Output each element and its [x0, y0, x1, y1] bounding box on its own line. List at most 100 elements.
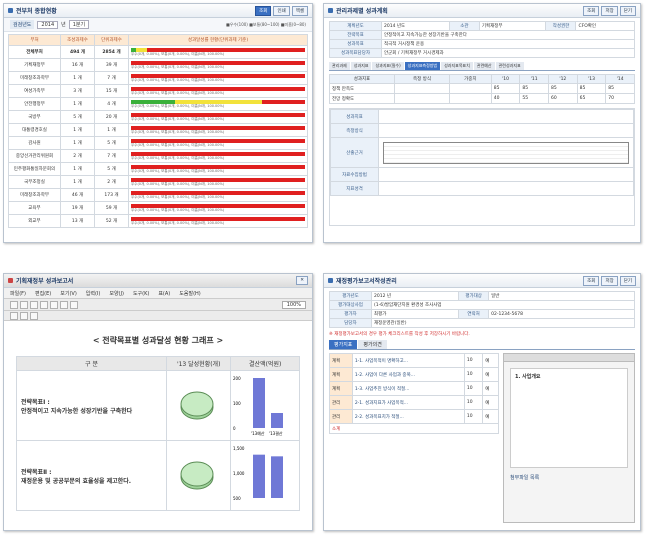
- menu-item[interactable]: 도움말(H): [179, 290, 200, 297]
- subtotal-row: 소계: [329, 423, 499, 434]
- goal2-bar-chart: 1,500 1,000 500: [233, 446, 284, 501]
- indicator-detail-table: 성과지표 측정방식 산출근거 자료수집방법 지표성격: [330, 109, 634, 196]
- italic-icon[interactable]: [20, 311, 28, 320]
- ministry-row[interactable]: 외교부 13 개 52 개 우수(0개, 0.00%), 보통(0개, 0.00%),…: [8, 214, 308, 228]
- status-bar-bad: [131, 151, 305, 156]
- indicator-row[interactable]: 정책 만족도 85 85 85 85 85: [329, 83, 635, 94]
- detail-collect-value[interactable]: [378, 167, 634, 182]
- ministry-row[interactable]: 민주평화통일자문회의 1 개5 개 우수(0개, 0.00%), 보통(0개, 0.…: [8, 162, 308, 176]
- save-button[interactable]: 저장: [601, 275, 618, 286]
- checklist-row[interactable]: 계획 1-2. 사업이 다른 사업과 중복... 10 예: [329, 367, 499, 382]
- ministry-row[interactable]: 중앙선거관리위원회 2 개7 개 우수(0개, 0.00%), 보통(0개, 0.0…: [8, 149, 308, 163]
- detail-label-indicator: 성과지표: [330, 109, 379, 124]
- bar: [253, 454, 266, 498]
- close-button[interactable]: 닫기: [619, 5, 636, 16]
- save-button[interactable]: 저장: [601, 5, 618, 16]
- eval-title: 재정평가보고서작성관리: [336, 278, 397, 285]
- checklist-points: 10: [463, 395, 484, 410]
- checklist-yes[interactable]: 예: [482, 353, 499, 368]
- new-doc-icon[interactable]: [10, 300, 18, 309]
- owner-label: 소관: [448, 21, 480, 31]
- ministry-row[interactable]: 교육부 19 개 59 개 우수(0개, 0.00%), 보통(0개, 0.00%),…: [8, 201, 308, 215]
- print-icon[interactable]: [40, 300, 48, 309]
- print-button[interactable]: 인쇄: [273, 5, 290, 16]
- ministry-row[interactable]: 여성가족부 3 개 15 개 우수(0개, 0.00%), 보통(0개, 0.00%)…: [8, 84, 308, 98]
- checklist-row[interactable]: 계획 1-1. 사업목적이 명확하고... 10 예: [329, 353, 499, 368]
- status-bar: [131, 138, 305, 143]
- tab-1[interactable]: 성과지표: [350, 62, 372, 70]
- goal2-text: 재정운용 및 공공부문의 효율성을 제고한다.: [21, 477, 131, 485]
- bold-icon[interactable]: [10, 311, 18, 320]
- ministry-row[interactable]: 전체부처 494 개 2854 개 우수(0개, 0.00%), 보통(0개, 0.0…: [8, 45, 308, 59]
- status-bar-normal: [136, 47, 147, 52]
- status-bar: [131, 151, 305, 156]
- ministry-name: 중앙선거관리위원회: [8, 149, 61, 163]
- detail-basis-value[interactable]: [378, 137, 634, 168]
- ministry-row[interactable]: 감사원 1 개5 개 우수(0개, 0.00%), 보통(0개, 0.00%), 미…: [8, 136, 308, 150]
- status-bar: [131, 73, 305, 78]
- menu-item[interactable]: 입력(I): [86, 290, 101, 297]
- search-button[interactable]: 조회: [583, 5, 600, 16]
- indicator-weight: [449, 93, 492, 104]
- th-y10: '10: [490, 74, 521, 84]
- ministry-name: 감사원: [8, 136, 61, 150]
- ministry-row[interactable]: 안전행정부 1 개4 개 우수(0개, 0.00%), 보통(0개, 0.00%),…: [8, 97, 308, 111]
- status-bar-cell: 우수(0개, 0.00%), 보통(0개, 0.00%), 미흡(N개, 100…: [128, 201, 308, 215]
- checklist-table: 계획 1-1. 사업목적이 명확하고... 10 예 계획 1-2. 사업이 다른 사업과…: [329, 353, 499, 434]
- unit-count: 7 개: [94, 149, 129, 163]
- menu-item[interactable]: 파일(F): [10, 290, 26, 297]
- excel-button[interactable]: 엑셀: [291, 5, 308, 16]
- status-bar-text: 우수(0개, 0.00%), 보통(0개, 0.00%), 미흡(N개, 100…: [131, 129, 225, 134]
- save-icon[interactable]: [30, 300, 38, 309]
- ministry-row[interactable]: 대통령경호실 1 개1 개 우수(0개, 0.00%), 보통(0개, 0.00%)…: [8, 123, 308, 137]
- tab-3[interactable]: 성과지표측정방법: [404, 62, 441, 70]
- term-select[interactable]: 1분기: [68, 20, 90, 29]
- indicator-row[interactable]: 전망 정확도 40 55 60 65 70: [329, 93, 635, 104]
- close-button[interactable]: 닫기: [619, 275, 636, 286]
- tab-4[interactable]: 성과지표목표치: [441, 62, 473, 70]
- checklist-row[interactable]: 계획 1-3. 사업추진 방식이 적절... 10 예: [329, 381, 499, 396]
- checklist-row[interactable]: 관리 2-2. 성과목표치가 적절... 10 예: [329, 409, 499, 424]
- search-button[interactable]: 조회: [255, 5, 272, 16]
- checklist-row[interactable]: 관리 2-1. 성과지표가 사업목적... 10 예: [329, 395, 499, 410]
- menu-item[interactable]: 편집(E): [35, 290, 51, 297]
- open-icon[interactable]: [20, 300, 28, 309]
- menu-item[interactable]: 도구(K): [133, 290, 149, 297]
- search-button[interactable]: 조회: [583, 275, 600, 286]
- ministry-row[interactable]: 국방부 5 개 20 개 우수(0개, 0.00%), 보통(0개, 0.00%), …: [8, 110, 308, 124]
- status-bar-cell: 우수(0개, 0.00%), 보통(0개, 0.00%), 미흡(N개, 100…: [128, 149, 308, 163]
- detail-method-value[interactable]: [378, 123, 634, 138]
- menu-item[interactable]: 보기(V): [60, 290, 77, 297]
- detail-indicator-value[interactable]: [378, 109, 634, 124]
- ministry-row[interactable]: 미래창조과학부 46 개 173 개 우수(0개, 0.00%), 보통(0개, 0.…: [8, 188, 308, 202]
- checklist-yes[interactable]: 예: [482, 367, 499, 382]
- menu-item[interactable]: 모양(J): [109, 290, 124, 297]
- year-select[interactable]: 2014: [37, 20, 59, 29]
- tab-0[interactable]: 관리과제: [329, 62, 350, 70]
- unit-count: 5 개: [94, 136, 129, 150]
- tab-6[interactable]: 관련성과지표: [495, 62, 524, 70]
- detail-nature-value[interactable]: [378, 181, 634, 196]
- ministry-row[interactable]: 미래창조과학부 1 개7 개 우수(0개, 0.00%), 보통(0개, 0.00%…: [8, 71, 308, 85]
- copy-icon[interactable]: [60, 300, 68, 309]
- auth-value: CFO확인: [575, 21, 635, 31]
- paste-icon[interactable]: [70, 300, 78, 309]
- menu-item[interactable]: 표(A): [158, 290, 170, 297]
- window-close-icon[interactable]: ✕: [296, 276, 308, 285]
- checklist-yes[interactable]: 예: [482, 381, 499, 396]
- checklist-yes[interactable]: 예: [482, 409, 499, 424]
- checklist-yes[interactable]: 예: [482, 395, 499, 410]
- plan-year-label: 계획년도: [329, 21, 382, 31]
- tab-opinion[interactable]: 평가의견: [358, 340, 387, 349]
- underline-icon[interactable]: [30, 311, 38, 320]
- doc-heading: < 전략목표별 성과달성 현황 그래프 >: [92, 335, 224, 345]
- cut-icon[interactable]: [50, 300, 58, 309]
- bar-axis-label: 100: [233, 401, 241, 406]
- zoom-select[interactable]: 100%: [281, 300, 306, 309]
- checklist-item: 1-2. 사업이 다른 사업과 중복...: [351, 367, 465, 382]
- tab-indicators[interactable]: 평가지표: [329, 340, 358, 349]
- tab-5[interactable]: 관련예산: [473, 62, 495, 70]
- ministry-row[interactable]: 국무조정실 1 개2 개 우수(0개, 0.00%), 보통(0개, 0.00%),…: [8, 175, 308, 189]
- ministry-row[interactable]: 기획재정부 16 개 39 개 우수(0개, 0.00%), 보통(0개, 0.00%…: [8, 58, 308, 72]
- tab-2[interactable]: 성과지표(필수): [372, 62, 404, 70]
